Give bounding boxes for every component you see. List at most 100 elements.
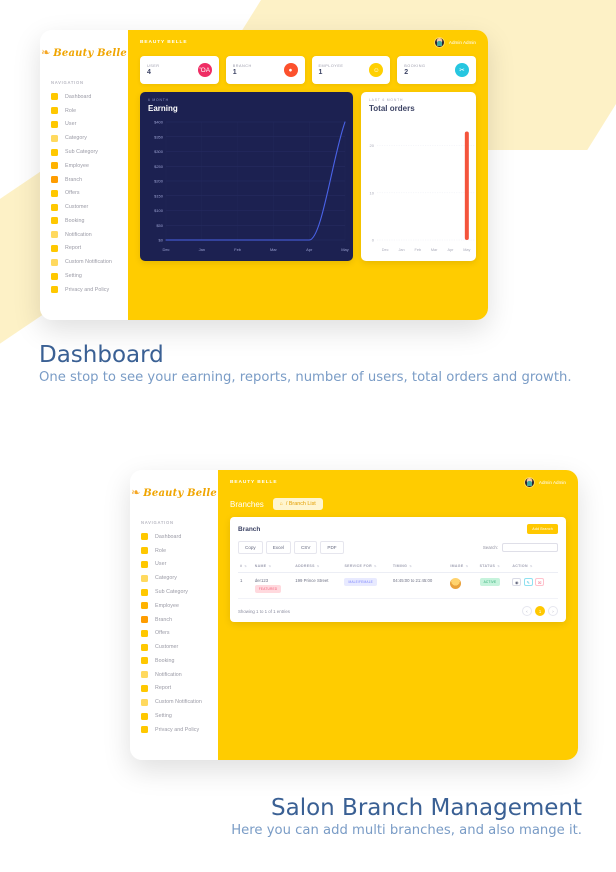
sidebar-item-category[interactable]: Category — [40, 131, 128, 145]
stat-text: BOOKING 2 — [404, 64, 425, 76]
column-header-action[interactable]: ACTION ⇅ — [510, 560, 558, 573]
sidebar-item-notification[interactable]: Notification — [130, 668, 218, 682]
sort-icon: ⇅ — [497, 564, 501, 568]
sidebar-item-customer[interactable]: Customer — [130, 640, 218, 654]
export-pdf-button[interactable]: PDF — [320, 541, 344, 554]
sidebar-item-branch[interactable]: Branch — [40, 173, 128, 187]
home-icon — [141, 533, 148, 541]
home-icon: ⌂ — [279, 501, 283, 507]
sidebar-item-setting[interactable]: Setting — [40, 269, 128, 283]
topbar-user-menu[interactable]: Admin Admin — [433, 36, 476, 48]
sidebar-item-branch[interactable]: Branch — [130, 613, 218, 627]
sidebar-item-booking[interactable]: Booking — [40, 214, 128, 228]
trash-icon[interactable]: ☒ — [535, 578, 545, 586]
pencil-icon[interactable]: ✎ — [523, 578, 533, 586]
sidebar-item-label: Employee — [65, 162, 89, 169]
earning-chart-eyebrow: 6 MONTH — [148, 98, 169, 102]
sidebar-item-privacy-and-policy[interactable]: Privacy and Policy — [130, 723, 218, 737]
pagination-page-1[interactable]: 1 — [535, 606, 545, 616]
svg-text:$150: $150 — [154, 193, 164, 198]
breadcrumb[interactable]: ⌂ / Branch List — [272, 498, 323, 510]
sidebar-item-label: Notification — [65, 231, 92, 238]
eye-icon[interactable]: ◉ — [512, 578, 522, 586]
svg-text:$100: $100 — [154, 208, 164, 213]
gear-bell-icon — [51, 258, 58, 266]
sidebar-nav-list: Dashboard Role User Category Sub Category Emp… — [130, 530, 218, 737]
sidebar-item-dashboard[interactable]: Dashboard — [130, 530, 218, 544]
search-label: Search: — [482, 545, 498, 550]
stat-label: USER — [147, 64, 160, 68]
brand-name: Beauty Belle — [53, 47, 127, 59]
sidebar-item-custom-notification[interactable]: Custom Notification — [130, 695, 218, 709]
sidebar-item-offers[interactable]: Offers — [130, 626, 218, 640]
sidebar-item-privacy-and-policy[interactable]: Privacy and Policy — [40, 283, 128, 297]
sidebar-item-custom-notification[interactable]: Custom Notification — [40, 255, 128, 269]
sidebar-item-employee[interactable]: Employee — [40, 159, 128, 173]
sidebar-item-category[interactable]: Category — [130, 571, 218, 585]
sort-icon: ⇅ — [373, 564, 377, 568]
column-header-[interactable]: # ⇅ — [238, 560, 253, 573]
sidebar-item-label: Sub Category — [155, 589, 188, 596]
employee-icon — [141, 602, 148, 610]
sidebar-item-dashboard[interactable]: Dashboard — [40, 90, 128, 104]
sort-icon: ⇅ — [529, 564, 533, 568]
sidebar-item-setting[interactable]: Setting — [130, 709, 218, 723]
sidebar-item-label: Role — [155, 547, 167, 554]
breadcrumb-label: / Branch List — [285, 501, 316, 507]
pagination-prev[interactable]: ‹ — [522, 606, 532, 616]
search-input[interactable] — [502, 543, 558, 552]
sidebar-item-sub-category[interactable]: Sub Category — [130, 585, 218, 599]
dashboard-caption-subtitle: One stop to see your earning, reports, n… — [39, 370, 572, 385]
column-label: NAME — [254, 564, 267, 568]
add-branch-button[interactable]: Add Branch — [527, 524, 558, 534]
pagination-next[interactable]: › — [548, 606, 558, 616]
svg-text:Jan: Jan — [199, 247, 205, 252]
shop-icon: ● — [283, 63, 298, 77]
sidebar-item-role[interactable]: Role — [130, 544, 218, 558]
export-copy-button[interactable]: Copy — [238, 541, 263, 554]
sidebar-item-sub-category[interactable]: Sub Category — [40, 145, 128, 159]
column-header-address[interactable]: ADDRESS ⇅ — [293, 560, 343, 573]
column-label: ADDRESS — [295, 564, 315, 568]
branches-main: BEAUTY BELLE Admin Admin Branches ⌂ / Br… — [218, 470, 578, 760]
stat-card-employee: EMPLOYEE 1 ☺ — [311, 56, 391, 84]
sidebar-item-report[interactable]: Report — [40, 242, 128, 256]
earning-chart-title: Earning — [148, 104, 178, 113]
branch-caption-title: Salon Branch Management — [271, 795, 582, 821]
sidebar-item-customer[interactable]: Customer — [40, 200, 128, 214]
sidebar-item-notification[interactable]: Notification — [40, 228, 128, 242]
dashboard-caption: Dashboard One stop to see your earning, … — [39, 342, 572, 387]
grid-icon — [51, 148, 58, 156]
stat-text: USER 4 — [147, 64, 160, 76]
avatar — [523, 476, 535, 488]
svg-text:$0: $0 — [159, 238, 164, 243]
sidebar-item-user[interactable]: User — [130, 558, 218, 572]
svg-text:Jan: Jan — [398, 248, 404, 252]
sidebar-item-report[interactable]: Report — [130, 682, 218, 696]
topbar-user-menu[interactable]: Admin Admin — [523, 476, 566, 488]
export-csv-button[interactable]: CSV — [293, 541, 318, 554]
column-header-name[interactable]: NAME ⇅ — [252, 560, 294, 573]
stat-value: 1 — [232, 69, 237, 76]
bell-icon — [51, 231, 58, 239]
export-excel-button[interactable]: Excel — [265, 541, 291, 554]
avatar — [433, 36, 445, 48]
column-header-status[interactable]: STATUS ⇅ — [477, 560, 511, 573]
sidebar-item-user[interactable]: User — [40, 118, 128, 132]
gear-icon — [141, 712, 148, 720]
brand-logo-2[interactable]: ❧ Beauty Belle — [130, 480, 218, 506]
featured-badge: FEATURED — [254, 585, 282, 593]
sidebar-item-label: User — [155, 561, 167, 568]
sidebar-item-booking[interactable]: Booking — [130, 654, 218, 668]
column-header-service-for[interactable]: SERVICE FOR ⇅ — [342, 560, 391, 573]
sidebar-item-offers[interactable]: Offers — [40, 186, 128, 200]
cell-service-for: MALE/FEMALE — [342, 572, 391, 599]
svg-text:0: 0 — [372, 238, 375, 243]
column-header-timing[interactable]: TIMING ⇅ — [390, 560, 449, 573]
cell-timing: 04:45:00 to 21:45:00 — [390, 572, 449, 599]
sidebar-item-employee[interactable]: Employee — [130, 599, 218, 613]
brand-name: Beauty Belle — [143, 487, 217, 499]
column-header-image[interactable]: IMAGE ⇅ — [448, 560, 478, 573]
brand-logo[interactable]: ❧ Beauty Belle — [40, 40, 128, 66]
sidebar-item-role[interactable]: Role — [40, 104, 128, 118]
